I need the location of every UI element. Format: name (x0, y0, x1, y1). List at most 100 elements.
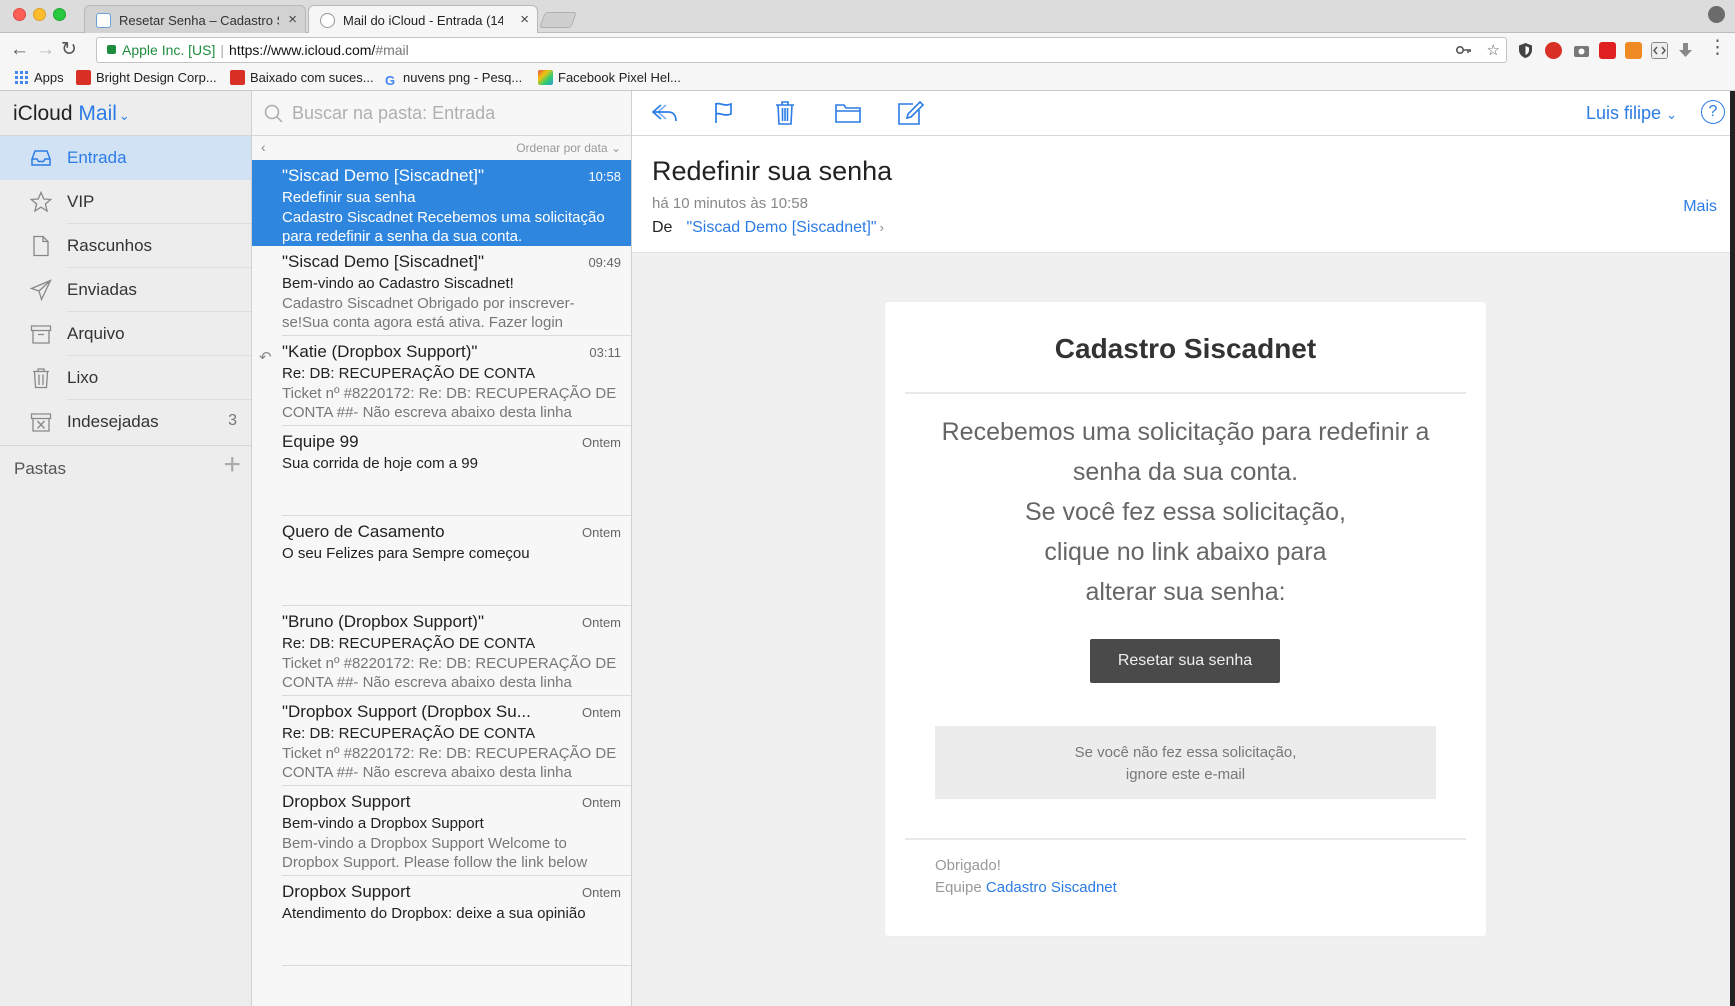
icloud-label: iCloud (13, 102, 73, 125)
collapse-sidebar-icon[interactable]: ‹ (261, 139, 266, 155)
notice-line: ignore este e-mail (1125, 766, 1246, 783)
minimize-window-button[interactable] (33, 8, 46, 21)
tab-title: Mail do iCloud - Entrada (149 não lidas) (343, 13, 503, 28)
team-prefix: Equipe (935, 879, 982, 896)
forward-arrow-icon[interactable]: → (36, 40, 55, 60)
download-extension-icon[interactable] (1677, 42, 1694, 59)
chevron-down-icon: ⌄ (118, 108, 130, 123)
message-subject: O seu Felizes para Sempre começou (282, 545, 530, 562)
message-subject: Redefinir sua senha (652, 156, 893, 186)
close-tab-icon[interactable]: × (288, 11, 297, 28)
message-row[interactable]: "Siscad Demo [Siscadnet]" 09:49 Bem-vindo … (252, 246, 631, 336)
folder-label: Rascunhos (67, 236, 153, 255)
send-icon (30, 279, 52, 301)
message-time: Ontem (581, 435, 621, 450)
zoom-window-button[interactable] (53, 8, 66, 21)
close-window-button[interactable] (13, 8, 26, 21)
bookmark-apps[interactable]: Apps (14, 70, 64, 85)
browser-tab-resetar-senha[interactable]: Resetar Senha – Cadastro Siscadnet × (84, 5, 306, 33)
folder-lixo[interactable]: Lixo (0, 356, 251, 400)
draft-icon (33, 235, 49, 257)
message-row[interactable]: Dropbox Support Ontem Bem-vindo a Dropbox … (252, 786, 631, 876)
orange-extension-icon[interactable] (1625, 42, 1642, 59)
folder-vip[interactable]: VIP (0, 180, 251, 224)
move-to-folder-icon[interactable] (834, 100, 862, 126)
bookmark-label: Baixado com suces... (250, 70, 374, 85)
message-row[interactable]: "Dropbox Support (Dropbox Su... Ontem Re: … (252, 696, 631, 786)
trash-icon[interactable] (771, 100, 799, 126)
folder-entrada[interactable]: Entrada (0, 136, 251, 180)
sort-bar: ‹ Ordenar por data ⌄ (252, 136, 631, 160)
youtube-extension-icon[interactable] (1599, 42, 1616, 59)
bookmark-facebook-pixel[interactable]: Facebook Pixel Hel... (538, 70, 681, 85)
search-input[interactable] (292, 101, 612, 125)
message-time: Ontem (581, 615, 621, 630)
message-row[interactable]: Dropbox Support Ontem Atendimento do Dropb… (252, 876, 631, 966)
sort-dropdown[interactable]: Ordenar por data ⌄ (516, 141, 621, 155)
message-time: 03:11 (589, 345, 621, 360)
message-row[interactable]: "Bruno (Dropbox Support)" Ontem Re: DB: RE… (252, 606, 631, 696)
message-subject: Bem-vindo a Dropbox Support (282, 815, 484, 832)
bookmark-favicon-icon (230, 70, 245, 85)
message-row[interactable]: Quero de Casamento Ontem O seu Felizes par… (252, 516, 631, 606)
key-icon[interactable] (1456, 43, 1472, 57)
siscadnet-favicon-icon (96, 13, 111, 28)
message-preview: Cadastro Siscadnet Recebemos uma solicit… (282, 209, 605, 245)
message-subject: Redefinir sua senha (282, 189, 416, 206)
bookmark-bright-design[interactable]: Bright Design Corp... (76, 70, 217, 85)
browser-tab-icloud-mail[interactable]: Mail do iCloud - Entrada (149 não lidas)… (308, 5, 538, 33)
more-details-link[interactable]: Mais (1683, 198, 1717, 216)
app-brand[interactable]: iCloud Mail ⌄ (0, 91, 251, 136)
team-link[interactable]: Cadastro Siscadnet (986, 879, 1117, 896)
browser-tab-bar: Resetar Senha – Cadastro Siscadnet × Mai… (0, 0, 1735, 33)
profile-icon[interactable] (1708, 6, 1725, 23)
bookmark-baixado[interactable]: Baixado com suces... (230, 70, 374, 85)
camera-extension-icon[interactable] (1573, 42, 1590, 59)
folder-label: Lixo (67, 368, 99, 387)
folder-indesejadas[interactable]: Indesejadas 3 (0, 400, 251, 444)
message-subject: Re: DB: RECUPERAÇÃO DE CONTA (282, 635, 536, 652)
message-time: Ontem (581, 525, 621, 540)
close-tab-icon[interactable]: × (520, 11, 529, 28)
url-path: #mail (375, 42, 409, 58)
code-extension-icon[interactable] (1651, 42, 1668, 59)
bookmark-star-icon[interactable]: ☆ (1487, 42, 1500, 59)
add-folder-button[interactable]: + (223, 450, 241, 480)
message-preview (282, 474, 621, 512)
message-sender: "Siscad Demo [Siscadnet]" (282, 252, 484, 271)
message-sender: "Bruno (Dropbox Support)" (282, 612, 484, 631)
message-subject: Sua corrida de hoje com a 99 (282, 455, 478, 472)
shield-extension-icon[interactable] (1517, 42, 1534, 59)
help-button[interactable]: ? (1701, 100, 1725, 124)
folder-arquivo[interactable]: Arquivo (0, 312, 251, 356)
adblock-extension-icon[interactable] (1545, 42, 1562, 59)
folder-rascunhos[interactable]: Rascunhos (0, 224, 251, 268)
user-menu[interactable]: Luis filipe ⌄ (1586, 103, 1677, 124)
address-bar[interactable]: Apple Inc. [US] | https://www.icloud.com/#… (96, 37, 1507, 63)
flag-icon[interactable] (710, 100, 738, 126)
icloud-mail-app: iCloud Mail ⌄ Entrada VIP Rascunhos Envia… (0, 91, 1735, 1006)
chrome-menu-icon[interactable]: ⋮ (1708, 38, 1727, 58)
message-sender: Equipe 99 (282, 432, 359, 451)
search-icon (264, 104, 283, 123)
new-tab-button[interactable] (539, 12, 577, 28)
pastas-section: Pastas + (0, 445, 251, 491)
ignore-notice: Se você não fez essa solicitação, ignore… (935, 726, 1436, 799)
compose-icon[interactable] (896, 100, 924, 126)
bookmark-nuvens-png[interactable]: Gnuvens png - Pesq... (385, 70, 522, 88)
browser-toolbar: ← → ↻ Apple Inc. [US] | https://www.icloud… (0, 33, 1735, 67)
message-row[interactable]: Equipe 99 Ontem Sua corrida de hoje com a … (252, 426, 631, 516)
reset-password-button[interactable]: Resetar sua senha (1090, 639, 1280, 683)
reload-icon[interactable]: ↻ (61, 40, 77, 60)
message-row[interactable]: "Siscad Demo [Siscadnet]" 10:58 Redefinir … (252, 160, 631, 246)
trash-icon (33, 368, 49, 389)
message-time: 10:58 (588, 169, 621, 184)
from-address[interactable]: "Siscad Demo [Siscadnet]" (686, 219, 876, 236)
message-row[interactable]: ↶ "Katie (Dropbox Support)" 03:11 Re: DB: R… (252, 336, 631, 426)
back-arrow-icon[interactable]: ← (10, 40, 29, 60)
folder-enviadas[interactable]: Enviadas (0, 268, 251, 312)
message-preview (282, 564, 621, 602)
folder-label: VIP (67, 192, 95, 211)
message-subject: Re: DB: RECUPERAÇÃO DE CONTA (282, 725, 536, 742)
reply-icon[interactable] (650, 100, 678, 126)
